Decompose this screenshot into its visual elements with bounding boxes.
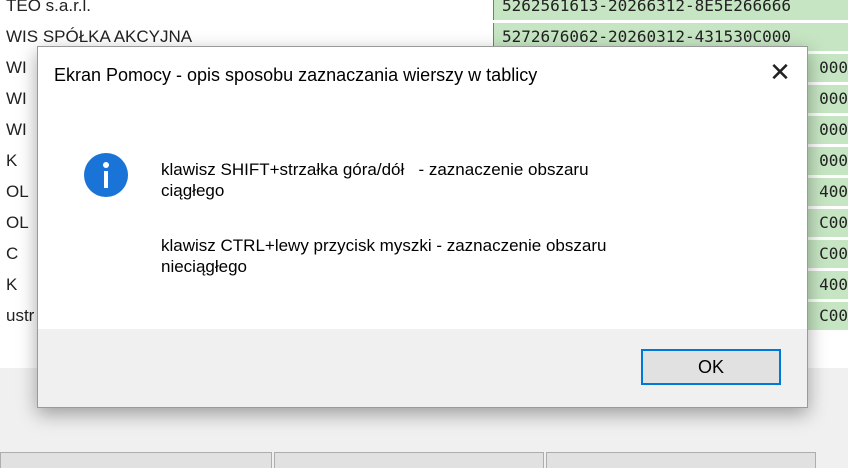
table-cell-id: 5262561613-20266312-8E5E266666 [493,0,848,20]
table-row[interactable]: TEO s.a.r.l. 5262561613-20266312-8E5E2666… [0,0,848,20]
message-ctrl-line1: klawisz CTRL+lewy przycisk myszki - zazn… [161,236,607,255]
dialog-footer: OK [38,329,807,407]
message-shift-line1: klawisz SHIFT+strzałka góra/dół - zaznac… [161,160,589,179]
message-shift-line2: ciągłego [161,181,225,200]
message-ctrl-line2: nieciągłego [161,257,248,276]
message-ctrl: klawisz CTRL+lewy przycisk myszki - zazn… [161,235,761,277]
bottom-tab-2[interactable] [274,452,544,468]
message-shift: klawisz SHIFT+strzałka góra/dół - zaznac… [161,159,761,201]
bottom-tab-1[interactable] [0,452,272,468]
info-icon [84,153,128,197]
bottom-toolbar [0,452,848,468]
table-cell-name: TEO s.a.r.l. [6,0,92,15]
ok-button[interactable]: OK [641,349,781,385]
help-dialog: Ekran Pomocy - opis sposobu zaznaczania … [37,46,808,408]
bottom-tab-3[interactable] [546,452,816,468]
close-icon[interactable]: ✕ [759,55,801,89]
dialog-title: Ekran Pomocy - opis sposobu zaznaczania … [54,65,538,85]
